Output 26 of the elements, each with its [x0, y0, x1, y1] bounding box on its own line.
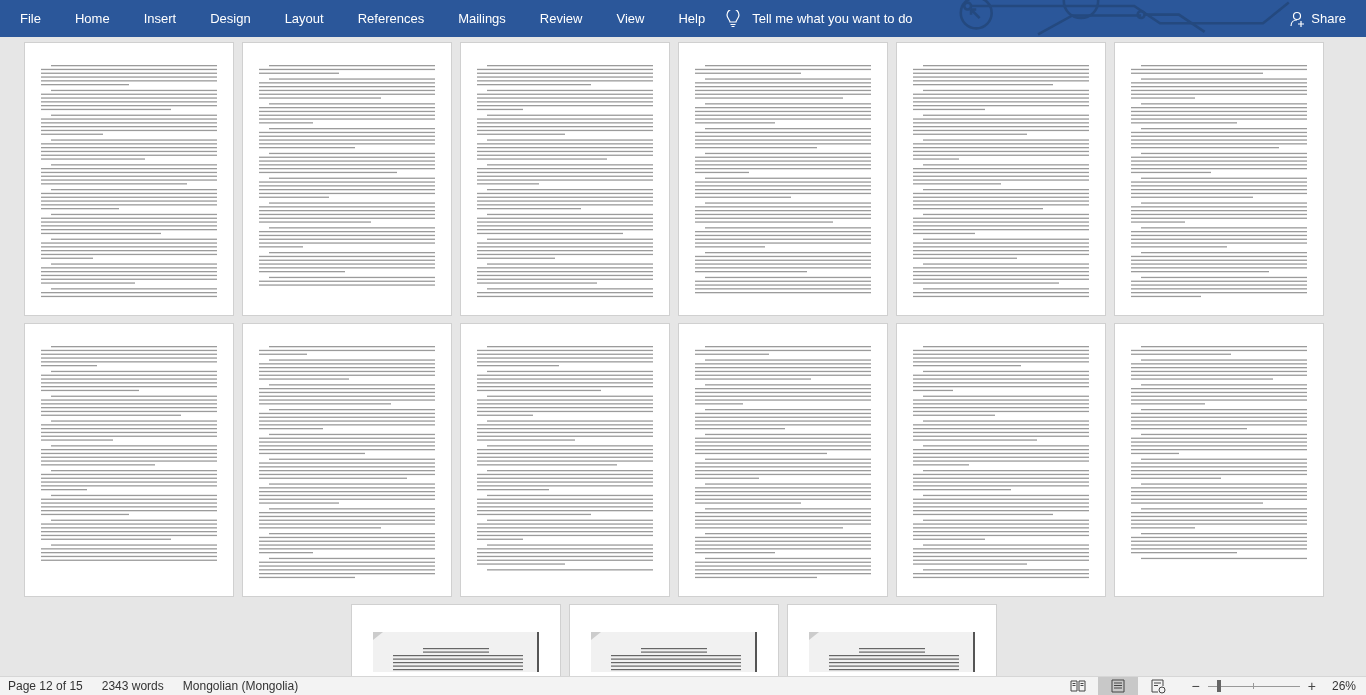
read-mode-icon: [1069, 678, 1086, 694]
ribbon-tab[interactable]: Review: [522, 0, 600, 37]
zoom-out-button[interactable]: −: [1189, 675, 1202, 695]
lightbulb-icon[interactable]: [726, 9, 741, 28]
ribbon-tab[interactable]: Insert: [126, 0, 194, 37]
ribbon-tab[interactable]: Home: [57, 0, 127, 37]
page-count[interactable]: Page 12 of 15: [8, 677, 83, 695]
language-indicator[interactable]: Mongolian (Mongolia): [182, 677, 299, 695]
zoom-slider[interactable]: [1207, 680, 1300, 692]
print-layout-button[interactable]: [1097, 677, 1138, 695]
zoom-in-button[interactable]: +: [1305, 675, 1318, 695]
tell-me-search[interactable]: Tell me what you want to do: [752, 8, 913, 29]
ribbon-tab[interactable]: Layout: [267, 0, 341, 37]
zoom-level[interactable]: 26%: [1331, 677, 1356, 695]
share-button[interactable]: Share: [1290, 8, 1346, 29]
zoom-slider-thumb[interactable]: [1217, 680, 1222, 692]
word-count[interactable]: 2343 words: [101, 677, 164, 695]
ribbon-tab[interactable]: File: [3, 0, 58, 37]
web-layout-icon: [1149, 678, 1166, 694]
ribbon-tab[interactable]: View: [599, 0, 662, 37]
ribbon-tab[interactable]: Design: [193, 0, 268, 37]
ribbon-tab[interactable]: References: [340, 0, 442, 37]
ribbon-tab[interactable]: Help: [661, 0, 723, 37]
ribbon-tab[interactable]: Mailings: [441, 0, 523, 37]
add-person-icon: [1290, 10, 1307, 27]
print-layout-icon: [1109, 678, 1126, 694]
